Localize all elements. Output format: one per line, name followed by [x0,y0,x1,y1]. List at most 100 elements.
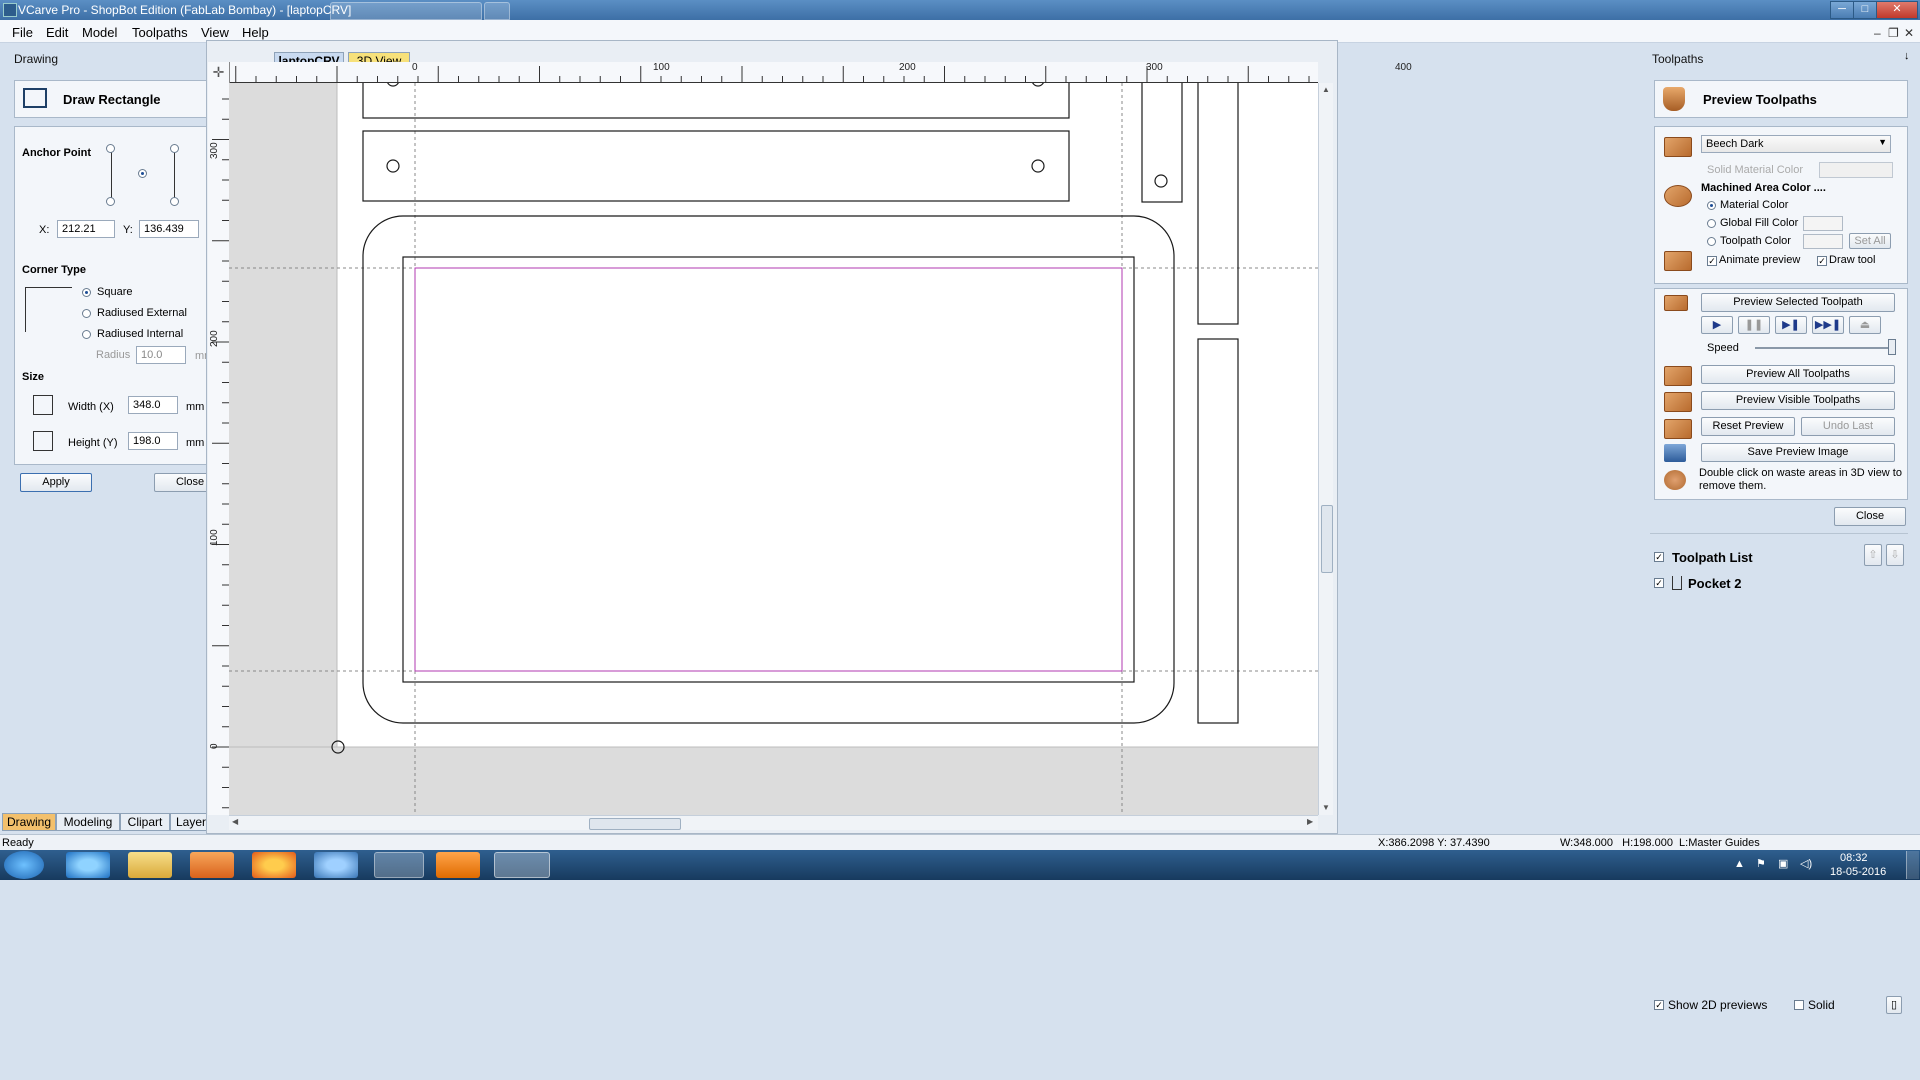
width-input[interactable]: 348.0 [128,396,178,414]
preview-visible-toolpaths-button[interactable]: Preview Visible Toolpaths [1701,391,1895,410]
vector-side-strip[interactable] [1141,83,1183,203]
start-button[interactable] [4,851,44,879]
vertical-scroll-thumb[interactable] [1321,505,1333,573]
tab-clipart[interactable]: Clipart [120,813,170,831]
set-all-button[interactable]: Set All [1849,233,1891,249]
volume-icon[interactable]: ◁) [1800,857,1812,870]
maximize-button[interactable]: □ [1853,1,1877,19]
material-color-radio[interactable] [1707,201,1716,210]
pocket-2-checkbox[interactable]: ✓ [1654,578,1664,588]
anchor-top-left[interactable] [106,144,115,153]
mdi-minimize-button[interactable]: – [1874,26,1881,40]
tab-drawing[interactable]: Drawing [2,813,56,831]
corner-radiused-external-radio[interactable] [82,309,91,318]
save-preview-image-button[interactable]: Save Preview Image [1701,443,1895,462]
anchor-x-input[interactable]: 212.21 [57,220,115,238]
horizontal-scrollbar[interactable]: ◀ ▶ [229,815,1318,830]
chromium-icon[interactable] [314,852,358,878]
scroll-right-arrow[interactable]: ▶ [1307,817,1313,826]
menu-edit[interactable]: Edit [46,25,68,40]
tab-modeling[interactable]: Modeling [56,813,120,831]
draw-tool-checkbox[interactable]: ✓ [1817,256,1827,266]
vcarve-icon[interactable] [494,852,550,878]
scroll-down-arrow[interactable]: ▼ [1322,803,1330,812]
step-icon[interactable]: ▶❚ [1775,316,1807,334]
apply-button[interactable]: Apply [20,473,92,492]
radius-input[interactable]: 10.0 [136,346,186,364]
material-select[interactable]: Beech Dark ▼ [1701,135,1891,153]
vertical-scrollbar[interactable]: ▲ ▼ [1318,83,1333,815]
menu-model[interactable]: Model [82,25,117,40]
clock-time[interactable]: 08:32 [1840,852,1868,864]
anchor-center[interactable] [138,169,147,178]
solid-checkbox[interactable] [1794,1000,1804,1010]
eject-icon[interactable]: ⏏ [1849,316,1881,334]
vector-hole[interactable] [1031,159,1045,173]
chrome-icon[interactable] [374,852,424,878]
vector-laptop-outline[interactable] [362,215,1175,724]
move-up-arrow-icon[interactable]: ⇧ [1864,544,1882,566]
horizontal-scroll-thumb[interactable] [589,818,681,830]
show-desktop-button[interactable] [1906,851,1919,879]
global-fill-color-picker[interactable] [1803,216,1843,231]
network-icon[interactable]: ▣ [1778,857,1788,870]
reset-preview-button[interactable]: Reset Preview [1701,417,1795,436]
vector-top-bar[interactable] [362,83,1070,119]
drawing-canvas[interactable] [229,83,1318,815]
menu-help[interactable]: Help [242,25,269,40]
firefox-icon[interactable] [252,852,296,878]
media-player-icon[interactable] [190,852,234,878]
menu-file[interactable]: File [12,25,33,40]
file-explorer-icon[interactable] [128,852,172,878]
global-fill-color-radio[interactable] [1707,219,1716,228]
preview-selected-toolpath-button[interactable]: Preview Selected Toolpath [1701,293,1895,312]
close-preview-button[interactable]: Close [1834,507,1906,526]
vector-right-strip-top[interactable] [1197,83,1239,325]
vector-hole[interactable] [1154,174,1168,188]
pin-icon[interactable]: ↓ [1904,50,1910,62]
tray-arrow-icon[interactable]: ▲ [1734,858,1745,870]
internet-explorer-icon[interactable] [66,852,110,878]
vector-right-strip-bottom[interactable] [1197,338,1239,724]
move-down-arrow-icon[interactable]: ⇩ [1886,544,1904,566]
corner-radiused-internal-radio[interactable] [82,330,91,339]
animate-preview-checkbox[interactable]: ✓ [1707,256,1717,266]
toolpath-list-checkbox[interactable]: ✓ [1654,552,1664,562]
mdi-close-button[interactable]: ✕ [1904,26,1914,40]
mdi-restore-button[interactable]: ❐ [1888,26,1899,40]
vector-hinge-panel[interactable] [362,130,1070,202]
menu-toolpaths[interactable]: Toolpaths [132,25,188,40]
flag-icon[interactable]: ⚑ [1756,857,1766,870]
export-icon[interactable]: ▯ [1886,996,1902,1014]
speed-slider-thumb[interactable] [1888,339,1896,355]
anchor-y-input[interactable]: 136.439 [139,220,199,238]
anchor-top-right[interactable] [170,144,179,153]
pocket-toolpath[interactable] [414,267,1123,672]
toolpath-color-picker[interactable] [1803,234,1843,249]
show-2d-previews-checkbox[interactable]: ✓ [1654,1000,1664,1010]
toolpath-item-pocket-2[interactable]: Pocket 2 [1688,576,1741,591]
pause-icon[interactable]: ❚❚ [1738,316,1770,334]
menu-view[interactable]: View [201,25,229,40]
clock-date[interactable]: 18-05-2016 [1830,866,1886,878]
anchor-bottom-left[interactable] [106,197,115,206]
height-input[interactable]: 198.0 [128,432,178,450]
scroll-up-arrow[interactable]: ▲ [1322,85,1330,94]
anchor-bottom-right[interactable] [170,197,179,206]
vector-screen-rect[interactable] [402,256,1135,683]
preview-all-toolpaths-button[interactable]: Preview All Toolpaths [1701,365,1895,384]
fast-forward-icon[interactable]: ▶▶❚ [1812,316,1844,334]
play-icon[interactable]: ▶ [1701,316,1733,334]
vlc-icon[interactable] [436,852,480,878]
minimize-button[interactable]: ─ [1830,1,1854,19]
undo-last-button[interactable]: Undo Last [1801,417,1895,436]
ruler-origin-corner[interactable]: ✛ [208,62,230,84]
toolpath-color-radio[interactable] [1707,237,1716,246]
vector-hole[interactable] [1032,83,1044,87]
speed-slider[interactable] [1755,347,1895,349]
close-window-button[interactable]: ✕ [1876,1,1918,19]
solid-color-picker[interactable] [1819,162,1893,178]
corner-square-radio[interactable] [82,288,91,297]
scroll-left-arrow[interactable]: ◀ [232,817,238,826]
vector-hole[interactable] [386,159,400,173]
